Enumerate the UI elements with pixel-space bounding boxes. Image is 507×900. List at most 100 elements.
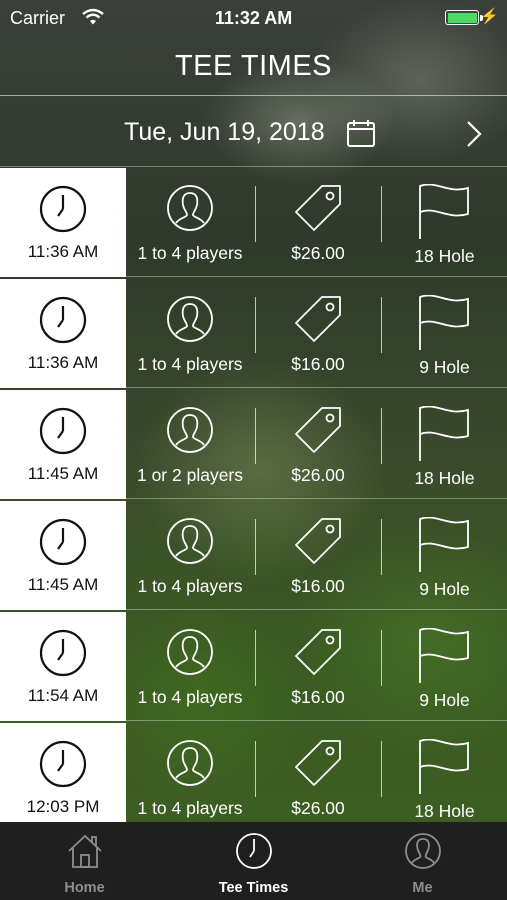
players-label: 1 to 4 players [137,687,243,707]
holes-cell: 18 Hole [382,168,507,277]
players-cell: 1 or 2 players [128,390,252,499]
price-label: $16.00 [291,576,345,596]
price-tag-icon [295,407,341,453]
header-divider [0,95,507,96]
price-label: $16.00 [291,687,345,707]
price-tag-icon [295,740,341,786]
holes-label: 18 Hole [414,246,475,266]
holes-cell: 9 Hole [382,279,507,388]
tee-time-row[interactable]: 11:45 AM 1 to 4 players $16.00 9 Hole [0,501,507,610]
holes-label: 18 Hole [414,468,475,488]
flag-icon [419,295,469,350]
players-cell: 1 to 4 players [128,723,252,832]
players-label: 1 to 4 players [137,354,243,374]
players-label: 1 to 4 players [137,576,243,596]
tee-time: 11:54 AM [27,686,99,705]
players-label: 1 to 4 players [137,243,243,263]
clock-icon [39,740,87,788]
players-cell: 1 to 4 players [128,612,252,721]
price-tag-icon [295,518,341,564]
clock-icon [39,518,87,566]
selected-date[interactable]: Tue, Jun 19, 2018 [124,118,325,147]
time-cell: 12:03 PM [0,723,126,832]
flag-icon [419,628,469,683]
tee-time-row[interactable]: 11:36 AM 1 to 4 players $16.00 9 Hole [0,279,507,388]
calendar-icon[interactable] [346,118,376,148]
holes-cell: 18 Hole [382,390,507,499]
players-label: 1 to 4 players [137,798,243,818]
tab-tee-times[interactable]: Tee Times [169,822,338,900]
flag-icon [419,184,469,239]
person-icon [167,185,213,231]
person-icon [167,407,213,453]
page-title: TEE TIMES [174,50,333,82]
price-label: $26.00 [291,465,345,485]
time-cell: 11:45 AM [0,501,126,610]
tee-time: 12:03 PM [26,797,100,816]
flag-icon [419,739,469,794]
holes-label: 9 Hole [419,357,470,377]
price-tag-icon [295,296,341,342]
price-label: $16.00 [291,354,345,374]
tab-home[interactable]: Home [0,822,169,900]
players-cell: 1 to 4 players [128,279,252,388]
date-divider [0,166,507,167]
person-icon [167,740,213,786]
tee-time-row[interactable]: 12:03 PM 1 to 4 players $26.00 18 Hole [0,723,507,832]
players-label: 1 or 2 players [136,465,244,485]
status-bar: Carrier 11:32 AM ⚡ [0,0,507,36]
row-divider [126,498,507,499]
price-cell: $26.00 [256,390,380,499]
tee-time: 11:45 AM [27,464,99,483]
holes-label: 9 Hole [419,690,470,710]
person-icon [405,833,441,869]
tee-time: 11:45 AM [27,575,99,594]
holes-label: 18 Hole [414,801,475,821]
tab-bar: Home Tee Times Me [0,822,507,900]
price-tag-icon [295,185,341,231]
charging-icon: ⚡ [480,8,499,25]
flag-icon [419,517,469,572]
person-icon [167,629,213,675]
tab-label: Home [64,880,105,896]
status-time: 11:32 AM [214,8,293,28]
price-cell: $26.00 [256,723,380,832]
person-icon [167,518,213,564]
tab-me[interactable]: Me [338,822,507,900]
tee-time-row[interactable]: 11:36 AM 1 to 4 players $26.00 18 Hole [0,168,507,277]
time-cell: 11:54 AM [0,612,126,721]
price-cell: $26.00 [256,168,380,277]
home-icon [68,834,102,868]
battery-icon [445,10,483,25]
flag-icon [419,406,469,461]
row-divider [126,609,507,610]
price-cell: $16.00 [256,612,380,721]
holes-cell: 9 Hole [382,501,507,610]
tee-time-row[interactable]: 11:45 AM 1 or 2 players $26.00 18 Hole [0,390,507,499]
holes-label: 9 Hole [419,579,470,599]
price-label: $26.00 [291,798,345,818]
clock-icon [236,833,272,869]
holes-cell: 9 Hole [382,612,507,721]
tab-label: Me [412,880,433,896]
price-cell: $16.00 [256,279,380,388]
price-cell: $16.00 [256,501,380,610]
tee-time: 11:36 AM [27,353,99,372]
row-divider [126,720,507,721]
price-tag-icon [295,629,341,675]
clock-icon [39,185,87,233]
players-cell: 1 to 4 players [128,501,252,610]
holes-cell: 18 Hole [382,723,507,832]
person-icon [167,296,213,342]
tee-time: 11:36 AM [27,242,99,261]
tee-time-row[interactable]: 11:54 AM 1 to 4 players $16.00 9 Hole [0,612,507,721]
row-divider [126,276,507,277]
tab-label: Tee Times [218,880,289,896]
time-cell: 11:45 AM [0,390,126,499]
clock-icon [39,407,87,455]
clock-icon [39,296,87,344]
clock-icon [39,629,87,677]
chevron-right-icon[interactable] [464,120,484,148]
players-cell: 1 to 4 players [128,168,252,277]
time-cell: 11:36 AM [0,168,126,277]
